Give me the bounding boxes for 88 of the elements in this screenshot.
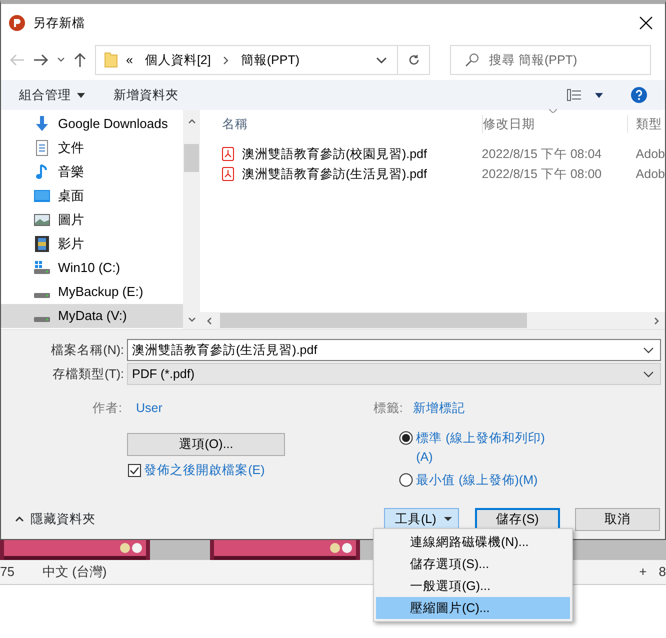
sort-icon (548, 108, 557, 113)
sidebar-item[interactable]: 桌面 (1, 184, 184, 208)
dropdown-icon (643, 346, 654, 354)
column-header[interactable]: 名稱 (200, 114, 482, 134)
download-arrow-icon (34, 116, 50, 132)
search-icon (465, 53, 479, 67)
close-icon[interactable] (639, 16, 653, 30)
breadcrumb-item[interactable]: 個人資料[2] (144, 50, 211, 70)
field-label: 標籤: (373, 400, 403, 417)
table-cell-text: Adob (634, 146, 665, 163)
options-button[interactable]: 選項(O)... (127, 433, 285, 456)
drive-icon (34, 293, 50, 298)
zoom-in-button[interactable]: + (639, 562, 647, 582)
field-label: 存檔類型(T): (52, 366, 125, 383)
sidebar-item[interactable]: 圖片 (1, 208, 184, 232)
refresh-icon[interactable] (408, 54, 420, 66)
table-cell-text: 2022/8/15 下午 08:04 (482, 146, 603, 163)
monitor-icon (34, 188, 50, 204)
tags-link[interactable]: 新增標記 (412, 398, 465, 418)
save-button[interactable]: 儲存(S) (475, 508, 560, 530)
pdf-icon (222, 167, 234, 181)
folder-icon (104, 52, 118, 68)
cancel-button[interactable]: 取消 (575, 508, 660, 530)
menu-item[interactable]: 連線網路磁碟機(N)... (376, 531, 570, 553)
pdf-icon (222, 147, 234, 161)
column-header[interactable]: 修改日期 (482, 114, 627, 134)
sidebar-item[interactable]: Win10 (C:) (1, 256, 184, 280)
field-label: 作者: (92, 400, 123, 417)
menu-item[interactable]: 壓縮圖片(C)... (376, 597, 570, 619)
table-cell-text: Adob (634, 166, 665, 183)
view-icon[interactable] (567, 89, 581, 101)
sidebar-item[interactable]: Google Downloads (1, 112, 184, 136)
document-icon (34, 140, 50, 156)
scroll-up-icon[interactable] (188, 118, 196, 124)
hide-folders-button[interactable]: 隱藏資料夾 (15, 510, 96, 528)
dropdown-icon[interactable] (376, 56, 387, 64)
scroll-left-icon[interactable] (206, 316, 212, 324)
radio-button[interactable] (399, 472, 413, 486)
overflow-mark[interactable]: « (126, 50, 133, 70)
drive-icon (34, 260, 50, 276)
scrollbar-thumb[interactable] (184, 144, 200, 172)
organize-button[interactable]: 組合管理 (19, 86, 86, 104)
dropdown-icon (643, 370, 654, 378)
music-note-icon (34, 164, 50, 180)
author-link[interactable]: User (136, 398, 162, 418)
sidebar-item[interactable]: MyBackup (E:) (1, 280, 184, 304)
up-icon[interactable] (73, 52, 87, 68)
chevron-up-icon (15, 516, 24, 522)
checkbox[interactable] (128, 464, 141, 477)
search-field[interactable]: 搜尋 簡報(PPT) (450, 45, 651, 75)
new-folder-button[interactable]: 新增資料夾 (113, 86, 178, 104)
scroll-down-icon[interactable] (188, 317, 196, 323)
forward-icon[interactable] (33, 53, 49, 67)
tools-button[interactable]: 工具(L) (384, 508, 459, 530)
file-name-field[interactable]: 澳洲雙語教育參訪(生活見習).pdf (127, 339, 661, 361)
caret-icon (444, 517, 452, 521)
chevron-icon[interactable] (222, 56, 229, 64)
radio-label[interactable]: 最小值 (線上發佈)(M) (416, 470, 538, 490)
film-icon (34, 236, 50, 252)
field-label: 檔案名稱(N): (50, 342, 125, 359)
sidebar-item[interactable]: MyData (V:) (1, 304, 184, 328)
drive-icon (34, 317, 50, 322)
file-type-dropdown[interactable]: PDF (*.pdf) (127, 363, 661, 385)
menu-item[interactable]: 儲存選項(S)... (376, 553, 570, 575)
window-title: 另存新檔 (33, 14, 85, 32)
picture-icon (34, 212, 50, 228)
caret-icon[interactable] (595, 92, 603, 98)
radio-button[interactable] (399, 431, 413, 445)
language-status[interactable]: 中文 (台灣) (42, 562, 107, 582)
help-icon[interactable] (631, 87, 647, 103)
menu-item[interactable]: 一般選項(G)... (376, 575, 570, 597)
scroll-right-icon[interactable] (654, 316, 660, 324)
status-text: 75 (0, 563, 14, 582)
radio-label[interactable]: 標準 (線上發佈和列印)(A) (416, 429, 549, 466)
column-header[interactable]: 類型 (626, 114, 662, 134)
sidebar-item[interactable]: 文件 (1, 136, 184, 160)
status-text: 8 (658, 563, 666, 582)
file-name[interactable]: 澳洲雙語教育參訪(校園見習).pdf (242, 144, 427, 164)
caret-icon (77, 92, 86, 98)
checkbox-label[interactable]: 發佈之後開啟檔案(E) (144, 461, 265, 480)
scrollbar-thumb[interactable] (220, 313, 527, 328)
sidebar-item[interactable]: 音樂 (1, 160, 184, 184)
file-name[interactable]: 澳洲雙語教育參訪(生活見習).pdf (242, 164, 427, 184)
sidebar-item[interactable]: 影片 (1, 232, 184, 256)
table-cell-text: 2022/8/15 下午 08:00 (482, 166, 603, 183)
breadcrumb-item[interactable]: 簡報(PPT) (240, 50, 300, 70)
app-icon (9, 15, 25, 31)
chevron-icon[interactable] (57, 57, 65, 63)
